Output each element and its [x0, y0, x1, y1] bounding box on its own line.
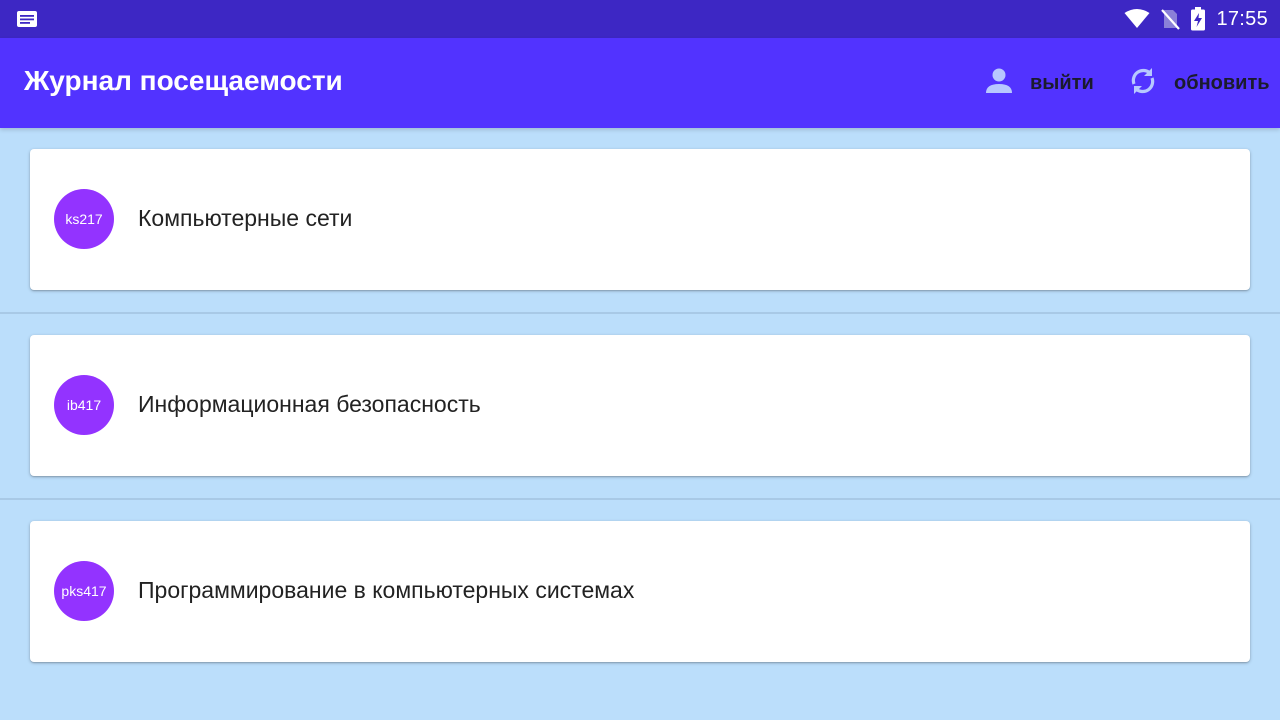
- course-card-ib417[interactable]: ib417 Информационная безопасность: [30, 335, 1250, 476]
- notification-icon: [16, 10, 38, 28]
- logout-button[interactable]: выйти: [982, 63, 1094, 103]
- person-icon: [982, 64, 1016, 103]
- refresh-label: обновить: [1174, 71, 1270, 94]
- course-card-pks417[interactable]: pks417 Программирование в компьютерных с…: [30, 521, 1250, 662]
- status-bar: 17:55: [0, 0, 1280, 38]
- avatar: ib417: [54, 375, 114, 435]
- list-item: ks217 Компьютерные сети: [0, 128, 1280, 314]
- avatar: pks417: [54, 561, 114, 621]
- list-item: pks417 Программирование в компьютерных с…: [0, 500, 1280, 686]
- logout-label: выйти: [1030, 71, 1094, 94]
- course-title: Программирование в компьютерных системах: [138, 577, 635, 603]
- page-title: Журнал посещаемости: [24, 65, 343, 96]
- course-title: Информационная безопасность: [138, 391, 481, 417]
- course-title: Компьютерные сети: [138, 205, 353, 231]
- wifi-icon: [1124, 9, 1150, 29]
- no-sim-icon: [1160, 8, 1181, 30]
- battery-charging-icon: [1190, 7, 1206, 31]
- course-list: ks217 Компьютерные сети ib417 Информацио…: [0, 128, 1280, 686]
- list-item: ib417 Информационная безопасность: [0, 314, 1280, 500]
- course-card-ks217[interactable]: ks217 Компьютерные сети: [30, 149, 1250, 290]
- refresh-button[interactable]: обновить: [1126, 63, 1270, 103]
- refresh-icon: [1126, 64, 1160, 103]
- avatar: ks217: [54, 189, 114, 249]
- app-bar: Журнал посещаемости выйти обновить: [0, 38, 1280, 128]
- status-time: 17:55: [1216, 7, 1268, 30]
